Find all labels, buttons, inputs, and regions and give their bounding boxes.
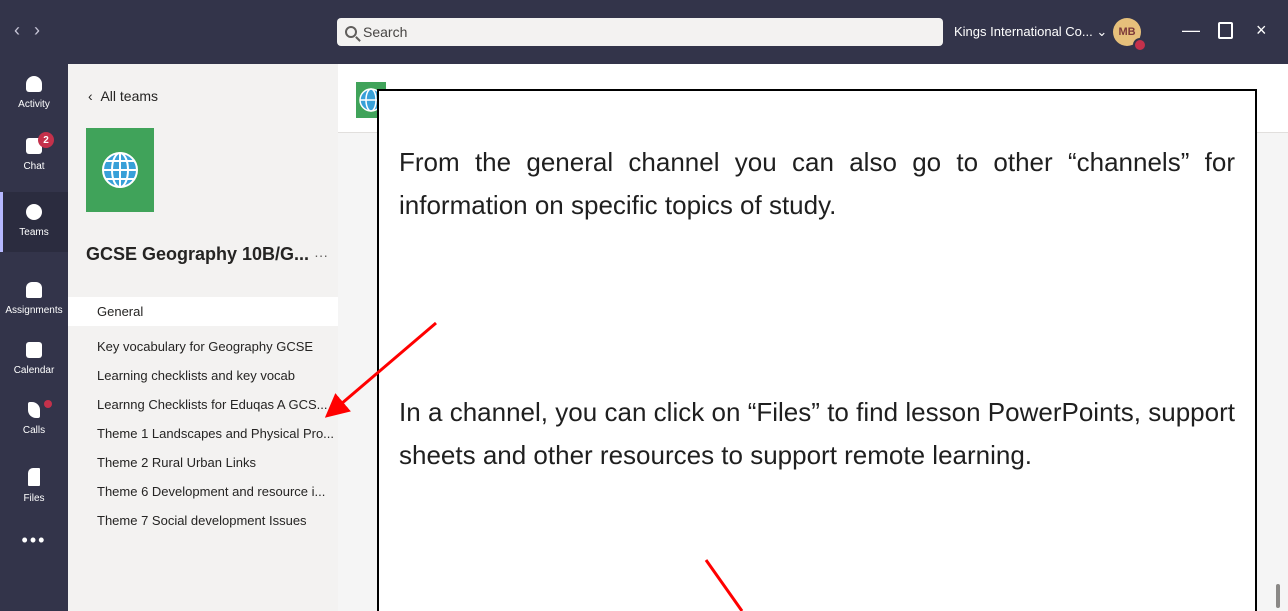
all-teams-label: All teams bbox=[100, 88, 159, 104]
channel-item[interactable]: Key vocabulary for Geography GCSE bbox=[68, 332, 338, 361]
scrollbar[interactable] bbox=[1276, 584, 1280, 608]
chevron-left-icon: ‹ bbox=[88, 88, 93, 104]
app-rail: Activity Chat 2 Teams Assignments Calend… bbox=[0, 64, 68, 611]
callout-paragraph-1: From the general channel you can also go… bbox=[399, 147, 1235, 220]
bell-icon bbox=[26, 76, 42, 92]
rail-item-teams[interactable]: Teams bbox=[0, 192, 68, 252]
teams-icon bbox=[26, 204, 42, 220]
rail-label: Calls bbox=[22, 425, 46, 436]
nav-arrows: ‹› bbox=[14, 20, 54, 41]
team-title: GCSE Geography 10B/G... ··· bbox=[86, 244, 328, 265]
more-apps-button[interactable]: ••• bbox=[0, 530, 68, 551]
search-input[interactable]: Search bbox=[337, 18, 943, 46]
rail-item-activity[interactable]: Activity bbox=[0, 64, 68, 124]
minimize-icon[interactable]: — bbox=[1182, 20, 1200, 41]
rail-item-calendar[interactable]: Calendar bbox=[0, 330, 68, 390]
backpack-icon bbox=[26, 282, 42, 298]
team-name: GCSE Geography 10B/G... bbox=[86, 244, 310, 264]
phone-icon bbox=[28, 402, 40, 418]
close-icon[interactable]: × bbox=[1256, 20, 1267, 41]
calls-badge bbox=[44, 400, 52, 408]
calendar-icon bbox=[26, 342, 42, 358]
team-pane: ‹ All teams GCSE Geography 10B/G... ··· … bbox=[68, 64, 338, 611]
back-arrow-icon[interactable]: ‹ bbox=[14, 20, 34, 40]
rail-label: Chat bbox=[23, 161, 45, 172]
team-more-button[interactable]: ··· bbox=[314, 247, 328, 263]
forward-arrow-icon[interactable]: › bbox=[34, 20, 54, 40]
org-switcher[interactable]: Kings International Co... ⌄ bbox=[954, 24, 1107, 40]
channel-item[interactable]: Theme 1 Landscapes and Physical Pro... bbox=[68, 419, 338, 448]
all-teams-link[interactable]: ‹ All teams bbox=[88, 88, 158, 104]
chevron-down-icon: ⌄ bbox=[1096, 24, 1108, 39]
rail-label: Activity bbox=[18, 99, 50, 110]
status-dot bbox=[1133, 38, 1147, 52]
rail-item-chat[interactable]: Chat 2 bbox=[0, 126, 68, 186]
search-icon bbox=[345, 26, 357, 38]
title-bar: ‹› Search Kings International Co... ⌄ MB… bbox=[0, 0, 1288, 64]
rail-label: Files bbox=[23, 493, 45, 504]
file-icon bbox=[28, 468, 40, 486]
callout-box: From the general channel you can also go… bbox=[377, 89, 1257, 611]
restore-icon[interactable] bbox=[1218, 22, 1233, 39]
channel-item[interactable]: Theme 7 Social development Issues bbox=[68, 506, 338, 535]
org-name: Kings International Co... bbox=[954, 24, 1093, 39]
channel-item[interactable]: Theme 6 Development and resource i... bbox=[68, 477, 338, 506]
callout-paragraph-2: In a channel, you can click on “Files” t… bbox=[399, 397, 1235, 470]
rail-label: Assignments bbox=[5, 305, 63, 316]
channel-item[interactable]: Theme 2 Rural Urban Links bbox=[68, 448, 338, 477]
channel-item[interactable]: Learnng Checklists for Eduqas A GCS... bbox=[68, 390, 338, 419]
channel-item[interactable]: Learning checklists and key vocab bbox=[68, 361, 338, 390]
team-logo bbox=[86, 128, 154, 212]
rail-label: Calendar bbox=[13, 365, 55, 376]
rail-label: Teams bbox=[19, 227, 49, 238]
channel-item[interactable]: General bbox=[68, 297, 338, 326]
search-placeholder: Search bbox=[363, 24, 408, 40]
rail-item-assignments[interactable]: Assignments bbox=[0, 270, 68, 330]
globe-icon bbox=[102, 152, 138, 188]
chat-badge: 2 bbox=[38, 132, 54, 148]
rail-item-files[interactable]: Files bbox=[0, 456, 68, 516]
rail-item-calls[interactable]: Calls bbox=[0, 390, 68, 450]
